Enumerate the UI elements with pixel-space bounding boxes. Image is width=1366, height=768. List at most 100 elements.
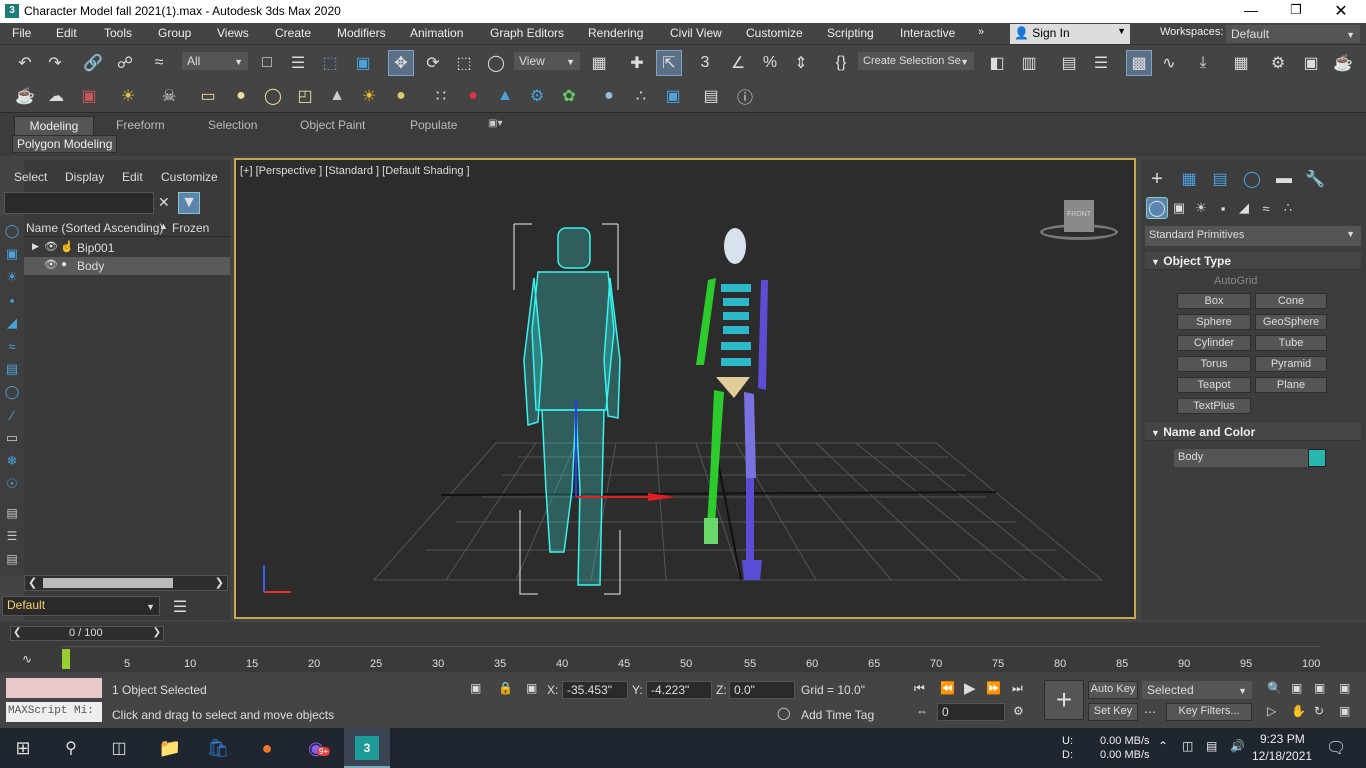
create-tab-icon[interactable]: + xyxy=(1146,168,1168,190)
key-mode-toggle-icon[interactable]: ⇔ xyxy=(916,704,928,718)
geometry-category-icon[interactable]: ◯ xyxy=(1146,197,1168,219)
restore-button[interactable]: ❐ xyxy=(1285,2,1307,20)
workspaces-dropdown[interactable]: Default ▼ xyxy=(1226,25,1360,43)
time-tag-icon[interactable]: ◯ xyxy=(777,706,790,720)
display-shapes-icon[interactable]: ▣ xyxy=(1,243,23,265)
help-icon[interactable]: ⓘ xyxy=(734,85,756,107)
play-icon[interactable]: ▶ xyxy=(964,679,976,697)
material-sphere-icon[interactable]: ● xyxy=(598,85,620,107)
go-to-start-icon[interactable]: ⏮ xyxy=(914,681,925,696)
scroll-thumb[interactable] xyxy=(43,578,173,588)
add-time-tag[interactable]: Add Time Tag xyxy=(801,708,874,722)
utilities-tab-icon[interactable]: 🔧 xyxy=(1304,168,1326,190)
scene-menu-display[interactable]: Display xyxy=(65,170,104,184)
toggle-scene-explorer-icon[interactable]: ▤ xyxy=(1058,52,1080,74)
redo-icon[interactable]: ↷ xyxy=(44,52,66,74)
mini-curve-editor-icon[interactable]: ∿ xyxy=(22,652,32,666)
select-by-name-icon[interactable]: ☰ xyxy=(287,52,309,74)
next-frame-icon[interactable]: ⏩ xyxy=(986,681,1001,695)
display-spacewarps-icon[interactable]: ≈ xyxy=(1,335,23,357)
bones-icon[interactable]: ☠ xyxy=(158,85,180,107)
key-filters-button[interactable]: Key Filters... xyxy=(1166,703,1252,721)
render-production-icon[interactable]: ☕ xyxy=(1332,52,1354,74)
perspective-viewport[interactable]: [+] [Perspective ] [Standard ] [Default … xyxy=(234,158,1136,619)
viewcube[interactable]: FRONT xyxy=(1040,198,1120,244)
volume-icon[interactable]: 🔊 xyxy=(1230,739,1245,753)
name-and-color-rollout[interactable]: ▼ Name and Color xyxy=(1145,423,1361,441)
pivot-point-icon[interactable]: ▦ xyxy=(588,52,610,74)
cylinder-button[interactable]: Cylinder xyxy=(1177,335,1251,351)
shapes-category-icon[interactable]: ▣ xyxy=(1168,197,1190,219)
3dsmax-taskbar-button[interactable]: 3 xyxy=(344,728,390,768)
menu-scripting[interactable]: Scripting xyxy=(827,26,874,40)
lights-category-icon[interactable]: ☀ xyxy=(1190,197,1212,219)
firefox-icon[interactable]: ● xyxy=(256,737,278,759)
render-setup-icon[interactable]: ⚙ xyxy=(1267,52,1289,74)
display-hidden-icon[interactable]: ☉ xyxy=(1,473,23,495)
ribbon-options-icon[interactable]: ▣▾ xyxy=(488,118,502,129)
bind-space-warp-icon[interactable]: ≈ xyxy=(148,52,170,74)
clear-search-icon[interactable]: ✕ xyxy=(158,194,170,211)
primitive-type-dropdown[interactable]: Standard Primitives ▼ xyxy=(1145,226,1361,246)
autogrid-checkbox[interactable]: AutoGrid xyxy=(1214,275,1257,287)
box-button[interactable]: Box xyxy=(1177,293,1251,309)
select-place-icon[interactable]: ◯ xyxy=(485,52,507,74)
z-coordinate-field[interactable]: 0.0" xyxy=(729,681,795,699)
material-editor-icon[interactable]: ▦ xyxy=(1230,52,1252,74)
notification-icon[interactable]: 🗨 xyxy=(1326,738,1346,758)
maxscript-mini-listener[interactable]: MAXScript Mi: xyxy=(6,702,102,722)
systems-category-icon[interactable]: ∴ xyxy=(1277,197,1299,219)
spinner-snap-icon[interactable]: ⇕ xyxy=(790,52,812,74)
percent-snap-icon[interactable]: % xyxy=(759,52,781,74)
maxscript-listener-pink[interactable] xyxy=(6,678,102,698)
menu-group[interactable]: Group xyxy=(158,26,191,40)
eye-icon[interactable]: 👁 xyxy=(44,240,58,253)
tab-modeling[interactable]: Modeling xyxy=(14,116,94,136)
object-type-rollout[interactable]: ▼ Object Type xyxy=(1145,252,1361,270)
select-rotate-icon[interactable]: ⟳ xyxy=(422,52,444,74)
orbit-icon[interactable]: ↻ xyxy=(1314,704,1324,718)
textplus-button[interactable]: TextPlus xyxy=(1177,398,1251,414)
field-of-view-icon[interactable]: ▷ xyxy=(1267,704,1276,718)
cloud-icon[interactable]: ☁ xyxy=(45,85,67,107)
rectangular-selection-icon[interactable]: ⬚ xyxy=(319,52,341,74)
sign-in-dropdown[interactable]: 👤 Sign In ▼ xyxy=(1010,24,1130,44)
window-crossing-icon[interactable]: ▣ xyxy=(352,52,374,74)
schematic-view-icon[interactable]: ⤓ xyxy=(1192,52,1214,74)
modify-tab-icon[interactable]: ▦ xyxy=(1178,168,1200,190)
next-frame-icon[interactable]: ❯ xyxy=(153,627,161,638)
edit-named-selection-icon[interactable]: {} xyxy=(830,52,852,74)
layer-sort-icon[interactable]: ▤ xyxy=(1,548,23,570)
menu-overflow-icon[interactable]: » xyxy=(978,26,984,38)
tube-button[interactable]: Tube xyxy=(1255,335,1327,351)
sort-icon[interactable]: ▤ xyxy=(1,502,23,524)
menu-civil-view[interactable]: Civil View xyxy=(670,26,722,40)
gear-icon[interactable]: ⚙ xyxy=(526,85,548,107)
zoom-extents-all-icon[interactable]: ▣ xyxy=(1339,681,1350,695)
cloth-icon[interactable]: ▲ xyxy=(494,85,516,107)
display-bones-icon[interactable]: ∕ xyxy=(1,404,23,426)
zoom-all-icon[interactable]: ▣ xyxy=(1291,681,1302,695)
selection-lock-icon[interactable]: 🔒 xyxy=(498,681,513,695)
column-name-header[interactable]: Name (Sorted Ascending) xyxy=(26,221,163,235)
set-key-button[interactable]: Set Key xyxy=(1088,703,1138,721)
display-cameras-icon[interactable]: ▪ xyxy=(1,289,23,311)
helpers-category-icon[interactable]: ◢ xyxy=(1233,197,1255,219)
mirror-icon[interactable]: ◧ xyxy=(986,52,1008,74)
zoom-icon[interactable]: 🔍 xyxy=(1267,681,1282,695)
store-icon[interactable]: 🛍 xyxy=(207,737,230,759)
table-row[interactable]: ▶ 👁 ☝ Bip001 xyxy=(24,239,230,257)
zoom-extents-icon[interactable]: ▣ xyxy=(1314,681,1325,695)
curve-editor-icon[interactable]: ∿ xyxy=(1158,52,1180,74)
windows-start-icon[interactable]: ⊞ xyxy=(12,737,34,759)
menu-file[interactable]: File xyxy=(12,26,31,40)
align-icon[interactable]: ▥ xyxy=(1018,52,1040,74)
polygon-modeling-panel[interactable]: Polygon Modeling xyxy=(12,135,118,153)
table-row[interactable]: 👁 ● Body xyxy=(24,257,230,275)
select-scale-icon[interactable]: ⬚ xyxy=(453,52,475,74)
time-slider-thumb[interactable] xyxy=(62,649,70,669)
angle-snap-icon[interactable]: ∠ xyxy=(727,52,749,74)
time-slider[interactable]: ❮ 0 / 100 ❯ xyxy=(10,626,164,641)
pan-icon[interactable]: ✋ xyxy=(1291,704,1306,718)
sphere-button[interactable]: Sphere xyxy=(1177,314,1251,330)
